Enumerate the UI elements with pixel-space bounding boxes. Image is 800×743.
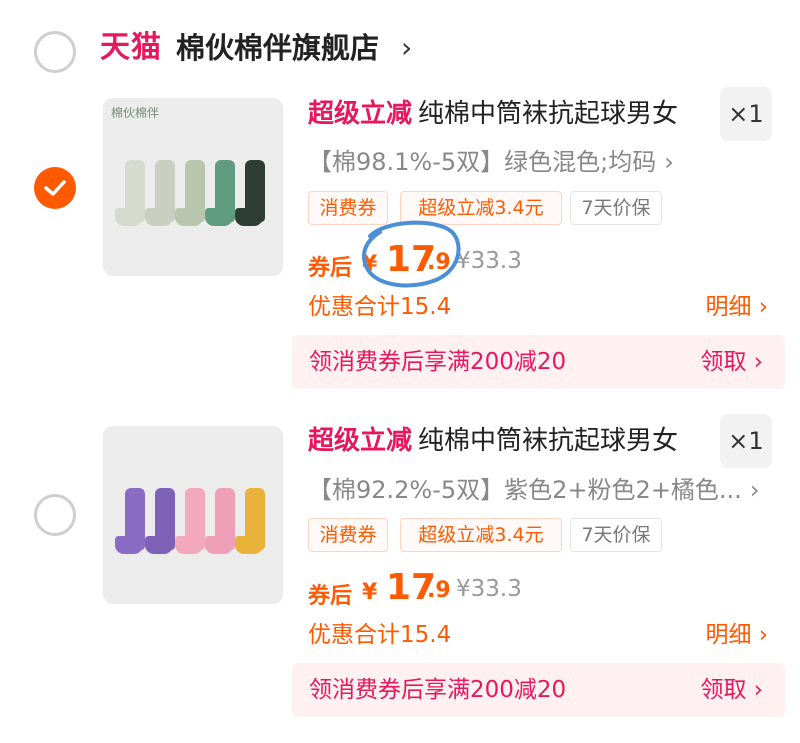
detail-link[interactable]: 明细 › [705,618,768,652]
promo-tag: 超级立减 [308,99,413,129]
checkmark-icon [44,180,66,196]
sock-foot [235,536,263,554]
sock-foot [205,536,233,554]
tag-price-protection: 7天价保 [570,191,662,225]
price-after-coupon-label: 券后 [308,256,353,281]
sku-text: 【棉92.2%-5双】紫色2+粉色2+橘色... [308,476,742,504]
product-title-text: 纯棉中筒袜抗起球男女 [418,99,679,129]
store-select-radio[interactable] [34,31,76,73]
chevron-right-icon: › [749,476,760,504]
discount-row: 优惠合计15.4 明细 › [308,290,768,324]
original-price: ¥33.3 [456,576,522,602]
promo-tag: 超级立减 [308,426,413,456]
tag-price-protection: 7天价保 [570,518,662,552]
product-title[interactable]: 超级立减 纯棉中筒袜抗起球男女 [308,94,678,134]
quantity-badge[interactable]: ×1 [720,414,772,468]
coupon-banner-text: 领消费券后享满200减20 [309,349,567,375]
sku-selector[interactable]: 【棉92.2%-5双】紫色2+粉色2+橘色... › [308,472,759,508]
sock-foot [115,536,143,554]
detail-link[interactable]: 明细 › [705,290,768,324]
item-select-radio[interactable] [34,167,76,209]
sock-foot [175,536,203,554]
chevron-right-icon: › [664,148,674,176]
price-decimal: .9 [427,578,451,603]
discount-row: 优惠合计15.4 明细 › [308,618,768,652]
tmall-logo: 天猫 [100,30,162,65]
product-thumbnail[interactable]: 棉伙棉伴 [103,98,283,276]
sock-foot [235,208,263,226]
price-after-coupon-label: 券后 [308,584,353,609]
claim-coupon-button[interactable]: 领取 › [700,335,763,389]
tag-consumer-coupon: 消费券 [308,518,388,552]
claim-coupon-button[interactable]: 领取 › [700,663,763,717]
price-currency: ¥ [362,580,378,605]
sock-foot [145,536,173,554]
discount-total: 优惠合计15.4 [308,294,452,320]
coupon-banner-text: 领消费券后享满200减20 [309,677,567,703]
hand-drawn-circle [362,220,461,288]
store-header: 天猫 棉伙棉伴旗舰店 › [0,0,800,100]
store-name-link[interactable]: 棉伙棉伴旗舰店 [176,26,379,70]
coupon-banner[interactable]: 领消费券后享满200减20 领取 › [292,335,785,389]
item-select-radio[interactable] [34,494,76,536]
discount-total: 优惠合计15.4 [308,622,452,648]
chevron-right-icon[interactable]: › [401,26,412,70]
product-title-text: 纯棉中筒袜抗起球男女 [418,426,679,456]
thumbnail-brand-text: 棉伙棉伴 [111,106,160,120]
sock-foot [145,208,173,226]
sock-foot [115,208,143,226]
tag-super-discount: 超级立减3.4元 [400,518,562,552]
quantity-badge[interactable]: ×1 [720,87,772,141]
coupon-banner[interactable]: 领消费券后享满200减20 领取 › [292,663,785,717]
sock-foot [205,208,233,226]
product-thumbnail[interactable] [103,426,283,604]
sku-text: 【棉98.1%-5双】绿色混色;均码 [308,148,657,176]
price-row: 券后 ¥ 17 .9 ¥33.3 [308,567,608,612]
sku-selector[interactable]: 【棉98.1%-5双】绿色混色;均码 › [308,144,674,180]
sock-foot [175,208,203,226]
product-title[interactable]: 超级立减 纯棉中筒袜抗起球男女 [308,421,678,461]
